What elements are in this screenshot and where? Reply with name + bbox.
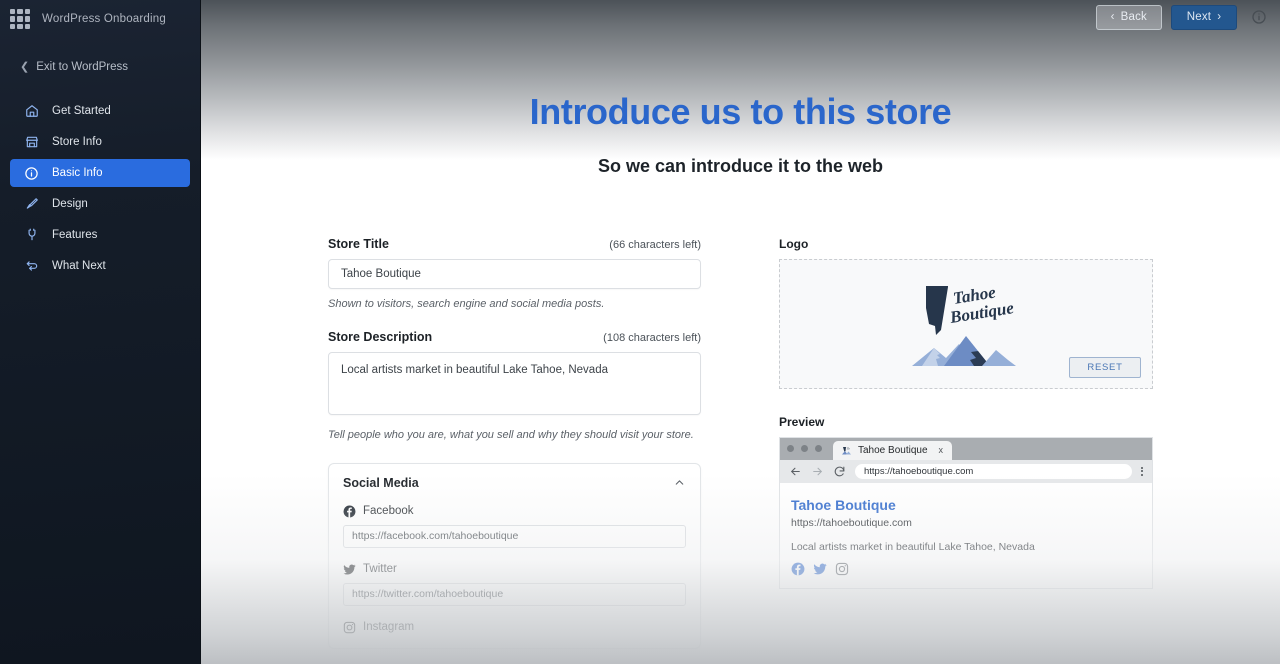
browser-toolbar: https://tahoeboutique.com [780,459,1152,483]
sidebar-item-label: Basic Info [52,167,103,179]
window-controls [787,438,822,460]
store-description-label: Store Description [328,329,433,344]
browser-tab[interactable]: Tb Tahoe Boutique x [833,440,953,460]
right-column: Logo Tahoe Boutique RESET Preview Tb Tah… [779,237,1153,649]
sidebar-item-features[interactable]: Features [10,221,190,249]
store-description-textarea[interactable] [328,351,701,415]
arrow-loop-icon [24,259,39,274]
store-title-label: Store Title [328,236,389,251]
main-content: ‹ Back Next › Introduce us to this store… [201,0,1280,664]
info-circle-icon [24,166,39,181]
sidebar-item-label: Design [52,198,88,210]
favicon-icon: Tb [841,446,852,455]
sidebar-item-what-next[interactable]: What Next [10,252,190,280]
reload-icon[interactable] [833,465,846,478]
store-title-header: Store Title (66 characters left) [328,237,701,251]
browser-mockup: Tb Tahoe Boutique x https://tahoeboutiqu… [779,436,1153,589]
chevron-up-icon[interactable] [673,476,686,489]
social-row-facebook: Facebook [343,505,686,518]
logo-dropzone[interactable]: Tahoe Boutique RESET [779,258,1153,389]
sidebar-item-label: Store Info [52,136,102,148]
social-media-card: Social Media Facebook https://facebook.c… [328,462,701,649]
plug-icon [24,228,39,243]
store-title-field: Store Title (66 characters left) Shown t… [328,237,701,310]
store-icon [24,135,39,150]
arrow-right-icon[interactable] [811,465,824,478]
store-title-input[interactable] [328,258,701,289]
twitter-icon[interactable] [813,562,827,576]
store-logo-image: Tahoe Boutique [904,278,1029,370]
social-label: Instagram [363,621,415,634]
store-description-help: Tell people who you are, what you sell a… [328,428,694,441]
back-label: Back [1120,11,1147,23]
sidebar-item-basic-info[interactable]: Basic Info [10,159,190,187]
preview-panel: Preview Tb Tahoe Boutique x https://taho… [779,415,1153,589]
social-row-instagram: Instagram [343,621,686,634]
page-subtitle: So we can introduce it to the web [597,155,884,176]
instagram-icon[interactable] [835,562,849,576]
next-label: Next [1186,11,1212,23]
sidebar-item-design[interactable]: Design [10,190,190,218]
instagram-icon [343,621,356,634]
kebab-menu-icon[interactable] [1141,466,1143,476]
sidebar-item-get-started[interactable]: Get Started [10,97,190,125]
sidebar-nav: Get Started Store Info Basic Info Design… [0,97,200,280]
twitter-url-input[interactable] [343,582,686,606]
sidebar-item-store-info[interactable]: Store Info [10,128,190,156]
exit-label: Exit to WordPress [36,61,129,73]
social-media-title: Social Media [343,475,419,490]
brand-title: WordPress Onboarding [42,13,166,25]
facebook-url-input[interactable] [343,524,686,548]
twitter-icon [343,563,356,576]
svg-text:Tb: Tb [847,446,851,450]
sidebar-item-label: What Next [52,260,106,272]
store-title-help: Shown to visitors, search engine and soc… [328,297,605,310]
form-area: Store Title (66 characters left) Shown t… [328,177,1280,649]
logo-label: Logo [779,236,809,251]
page-title: Introduce us to this store [529,91,952,132]
social-media-header[interactable]: Social Media [343,476,686,490]
onboarding-app: WordPress Onboarding ❮ Exit to WordPress… [0,0,1280,664]
search-result-url: https://tahoeboutique.com [791,516,912,529]
brand: WordPress Onboarding [0,0,200,38]
social-label: Twitter [363,563,397,576]
close-icon[interactable]: x [939,445,944,455]
logo-reset-button[interactable]: RESET [1069,356,1141,378]
info-circle-icon [1252,10,1266,24]
chevron-right-icon: › [1217,11,1222,23]
address-bar[interactable]: https://tahoeboutique.com [855,463,1132,479]
chevron-left-icon: ❮ [20,60,30,73]
browser-tab-title: Tahoe Boutique [858,444,928,456]
search-result-title[interactable]: Tahoe Boutique [791,497,1141,513]
facebook-icon[interactable] [791,562,805,576]
social-row-twitter: Twitter [343,563,686,576]
sidebar-item-label: Features [52,229,98,241]
back-button[interactable]: ‹ Back [1095,4,1162,30]
header-toolbar: ‹ Back Next › [201,0,1280,34]
search-result-preview: Tahoe Boutique https://tahoeboutique.com… [780,482,1152,588]
store-description-field: Store Description (108 characters left) … [328,330,701,441]
sidebar: WordPress Onboarding ❮ Exit to WordPress… [0,0,201,664]
grid-icon[interactable] [10,9,30,29]
store-description-header: Store Description (108 characters left) [328,330,701,344]
help-info-button[interactable] [1248,6,1270,28]
paintbrush-icon [24,197,39,212]
next-button[interactable]: Next › [1171,4,1237,30]
exit-to-wordpress-link[interactable]: ❮ Exit to WordPress [0,56,200,78]
browser-chrome: Tb Tahoe Boutique x [780,437,1152,460]
social-label: Facebook [363,505,414,518]
logo-panel: Logo Tahoe Boutique RESET [779,237,1153,389]
preview-label: Preview [779,414,825,429]
chevron-left-icon: ‹ [1110,11,1115,23]
search-result-social-icons [791,562,1141,576]
arrow-left-icon[interactable] [789,465,802,478]
facebook-icon [343,505,356,518]
search-result-description: Local artists market in beautiful Lake T… [791,540,1035,553]
left-column: Store Title (66 characters left) Shown t… [328,237,701,649]
home-icon [24,104,39,119]
store-title-counter: (66 characters left) [609,238,701,251]
store-description-counter: (108 characters left) [603,331,701,344]
sidebar-item-label: Get Started [52,105,111,117]
